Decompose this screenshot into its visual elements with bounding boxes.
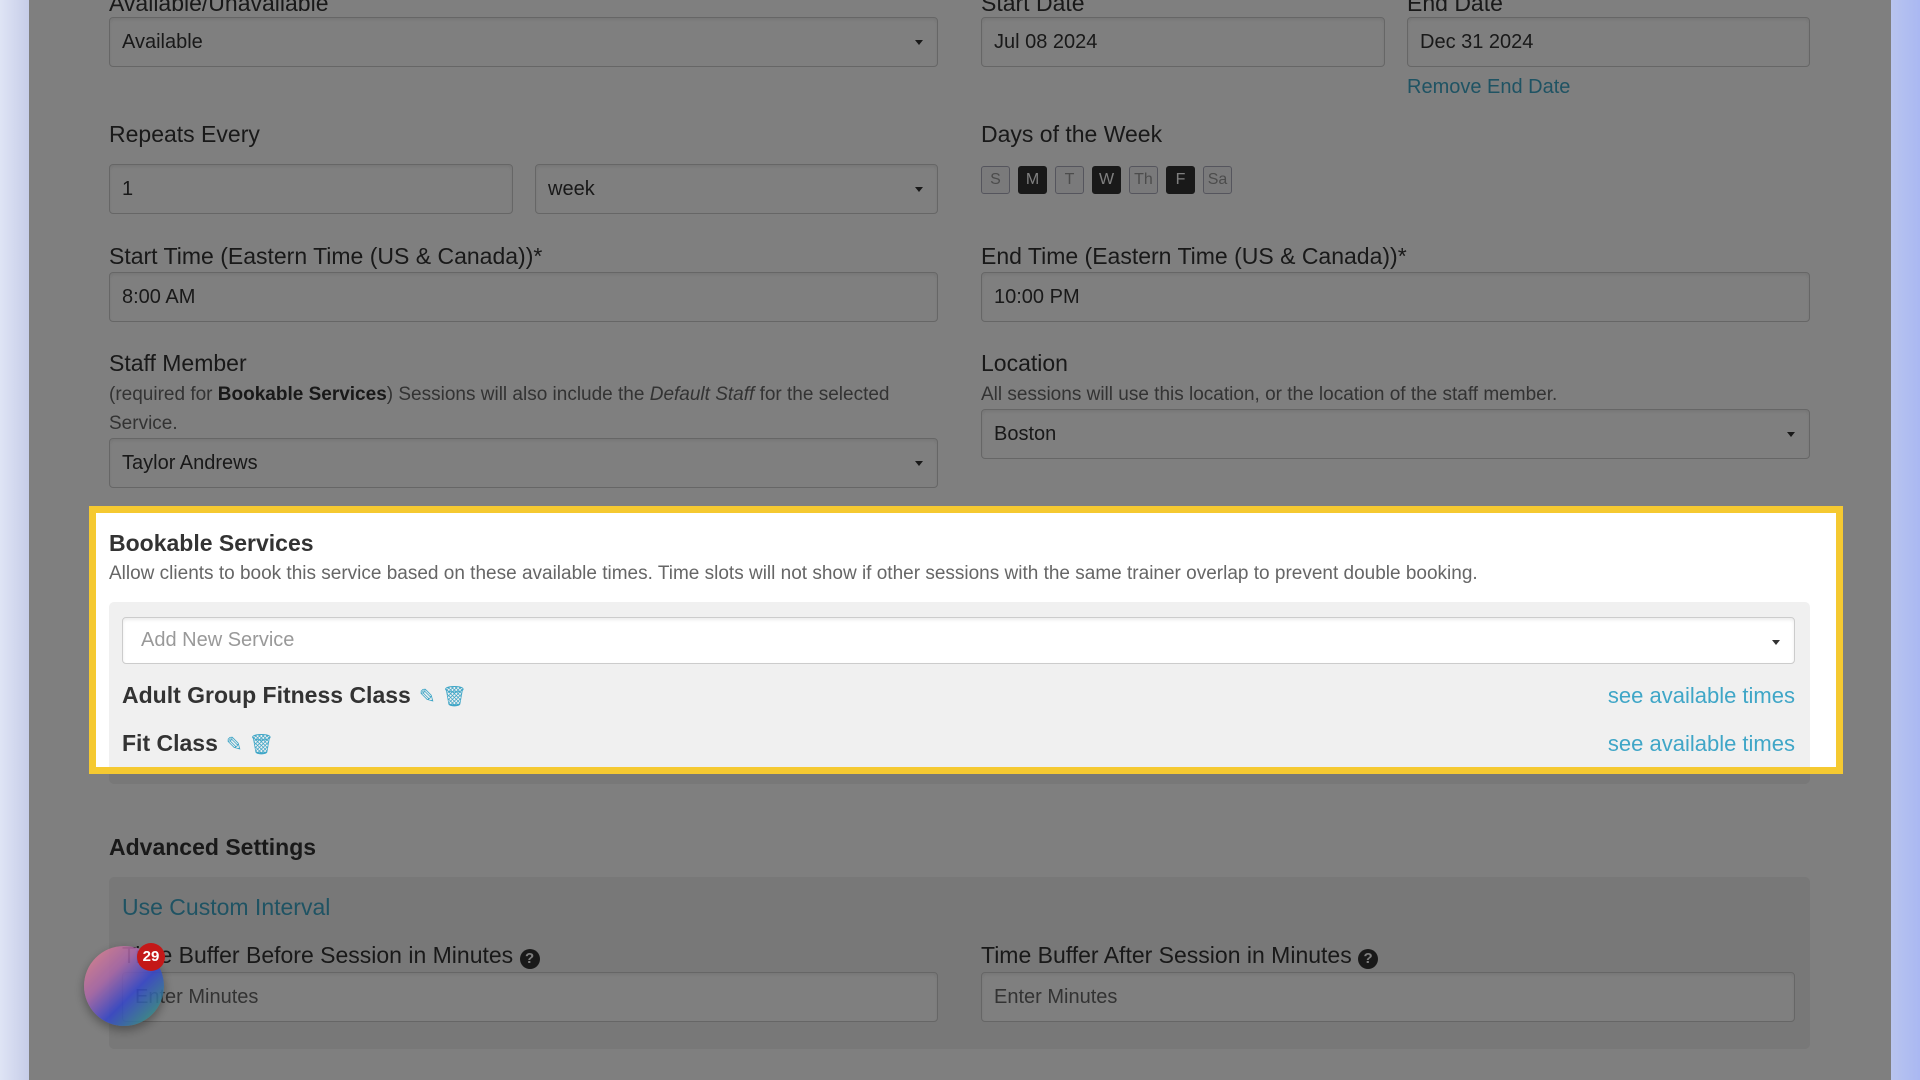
trash-icon[interactable]: 🗑 <box>249 732 274 757</box>
end-date-input[interactable]: Dec 31 2024 <box>1407 17 1810 67</box>
day-toggle-sa[interactable]: Sa <box>1203 166 1232 194</box>
day-toggle-t[interactable]: T <box>1055 166 1084 194</box>
buffer-after-input[interactable]: Enter Minutes <box>981 972 1795 1022</box>
help-icon[interactable]: ? <box>1358 949 1379 969</box>
start-date-label: Start Date <box>981 0 1085 16</box>
day-toggle-s[interactable]: S <box>981 166 1010 194</box>
pencil-icon[interactable]: ✎ <box>226 732 243 757</box>
pencil-icon[interactable]: ✎ <box>419 684 436 709</box>
day-toggle-m[interactable]: M <box>1018 166 1047 194</box>
staff-description: (required for Bookable Services) Session… <box>109 380 938 438</box>
staff-desc-bold: Bookable Services <box>217 384 387 405</box>
staff-desc-text: (required for <box>109 384 218 405</box>
days-label: Days of the Week <box>981 121 1163 147</box>
day-toggle-f[interactable]: F <box>1166 166 1195 194</box>
location-select[interactable]: Boston <box>981 409 1810 459</box>
staff-label: Staff Member <box>109 350 247 376</box>
service-item: Fit Class ✎ 🗑 <box>122 730 274 757</box>
end-time-label: End Time (Eastern Time (US & Canada))* <box>981 243 1407 269</box>
see-available-times-link[interactable]: see available times <box>1400 731 1795 757</box>
see-available-times-link[interactable]: see available times <box>1400 683 1795 709</box>
service-item: Adult Group Fitness Class ✎ 🗑 <box>122 682 467 709</box>
bookable-description: Allow clients to book this service based… <box>109 563 1478 584</box>
service-name: Adult Group Fitness Class <box>122 682 411 708</box>
staff-desc-italic: Default Staff <box>649 384 755 405</box>
buffer-after-label: Time Buffer After Session in Minutes ? <box>981 942 1379 969</box>
repeats-count-input[interactable]: 1 <box>109 164 513 214</box>
window-edge-left <box>0 0 29 1080</box>
repeats-unit-select[interactable]: week <box>535 164 938 214</box>
page: Available/Unavailable Available Start Da… <box>29 0 1891 1080</box>
notification-badge: 29 <box>137 943 165 971</box>
custom-interval-link[interactable]: Use Custom Interval <box>122 894 330 921</box>
buffer-before-input[interactable]: Enter Minutes <box>122 972 938 1022</box>
end-time-input[interactable]: 10:00 PM <box>981 272 1810 322</box>
help-icon[interactable]: ? <box>519 949 540 969</box>
start-time-label: Start Time (Eastern Time (US & Canada))* <box>109 243 543 269</box>
repeats-label: Repeats Every <box>109 121 260 147</box>
service-name: Fit Class <box>122 730 218 756</box>
advanced-title: Advanced Settings <box>109 834 317 860</box>
bookable-title: Bookable Services <box>109 530 314 556</box>
availability-label: Available/Unavailable <box>109 0 329 16</box>
remove-end-date-link[interactable]: Remove End Date <box>1407 76 1570 99</box>
day-toggle-w[interactable]: W <box>1092 166 1121 194</box>
buffer-after-text: Time Buffer After Session in Minutes <box>981 942 1352 968</box>
start-time-input[interactable]: 8:00 AM <box>109 272 938 322</box>
start-date-input[interactable]: Jul 08 2024 <box>981 17 1385 67</box>
add-service-select[interactable]: Add New Service <box>122 617 1795 664</box>
day-toggle-th[interactable]: Th <box>1129 166 1158 194</box>
location-description: All sessions will use this location, or … <box>981 384 1558 405</box>
buffer-before-text: Time Buffer Before Session in Minutes <box>122 942 514 968</box>
trash-icon[interactable]: 🗑 <box>442 684 467 709</box>
location-label: Location <box>981 350 1068 376</box>
staff-desc-text: ) Sessions will also include the <box>386 384 650 405</box>
staff-select[interactable]: Taylor Andrews <box>109 438 938 488</box>
buffer-before-label: Time Buffer Before Session in Minutes ? <box>122 942 540 969</box>
window-edge-right <box>1891 0 1920 1080</box>
end-date-label: End Date <box>1407 0 1503 16</box>
availability-select[interactable]: Available <box>109 17 938 67</box>
